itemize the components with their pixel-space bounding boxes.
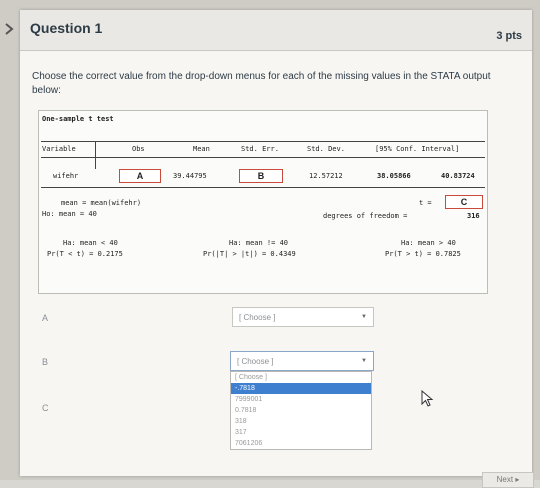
table-divider (95, 141, 96, 169)
stata-output: One-sample t test Variable Obs Mean Std.… (38, 110, 488, 294)
stata-title: One-sample t test (42, 115, 114, 123)
blank-b-box: B (239, 169, 283, 183)
answer-select-a[interactable]: [ Choose ] ▼ (232, 307, 374, 327)
question-title: Question 1 (30, 20, 103, 36)
ha-left: Ha: mean < 40 (63, 239, 118, 247)
header-std-dev: Std. Dev. (307, 145, 345, 153)
df-value: 316 (467, 212, 480, 220)
chevron-down-icon: ▼ (361, 358, 367, 364)
collapse-chevron-icon[interactable] (2, 22, 16, 36)
row-ci-high: 40.83724 (441, 172, 475, 180)
answer-label-b: B (42, 357, 49, 367)
ha-two-sided: Ha: mean != 40 (229, 239, 289, 247)
row-mean: 39.44795 (173, 172, 207, 180)
dropdown-option-highlighted[interactable]: -.7818 (231, 383, 371, 394)
answer-select-a-value: [ Choose ] (239, 313, 276, 322)
answer-select-b[interactable]: [ Choose ] ▼ (230, 351, 374, 371)
answer-label-a: A (42, 313, 49, 323)
mouse-pointer-icon (421, 390, 434, 407)
table-top-rule (41, 141, 485, 142)
answer-label-c: C (42, 403, 49, 413)
mean-definition: mean = mean(wifehr) (61, 199, 142, 207)
row-variable: wifehr (53, 172, 79, 180)
dropdown-option[interactable]: 7061206 (231, 438, 371, 449)
header-variable: Variable (42, 145, 76, 153)
header-std-err: Std. Err. (241, 145, 279, 153)
null-hypothesis: Ho: mean = 40 (42, 210, 97, 218)
header-mean: Mean (193, 145, 210, 153)
answer-select-b-value: [ Choose ] (237, 357, 274, 366)
dropdown-option[interactable]: 317 (231, 427, 371, 438)
p-two-sided: Pr(|T| > |t|) = 0.4349 (203, 250, 296, 258)
header-obs: Obs (132, 145, 145, 153)
question-header: Question 1 3 pts (5, 10, 532, 51)
next-button[interactable]: Next ▸ (482, 472, 534, 488)
ha-right: Ha: mean > 40 (401, 239, 456, 247)
row-ci-low: 38.05866 (377, 172, 411, 180)
chevron-down-icon: ▼ (361, 314, 367, 320)
question-points: 3 pts (496, 30, 522, 42)
table-header-rule (41, 157, 485, 158)
row-std-dev: 12.57212 (309, 172, 343, 180)
question-instructions: Choose the correct value from the drop-d… (32, 71, 491, 96)
dropdown-option[interactable]: 0.7818 (231, 405, 371, 416)
t-label: t = (419, 199, 432, 207)
dropdown-option[interactable]: 7999001 (231, 394, 371, 405)
blank-c-box: C (445, 195, 483, 209)
dropdown-option[interactable]: [ Choose ] (231, 372, 371, 383)
header-conf-interval: [95% Conf. Interval] (375, 145, 460, 153)
p-right: Pr(T > t) = 0.7825 (385, 250, 461, 258)
dropdown-option[interactable]: 318 (231, 416, 371, 427)
df-label: degrees of freedom = (323, 212, 408, 220)
p-left: Pr(T < t) = 0.2175 (47, 250, 123, 258)
table-bottom-rule (41, 187, 485, 188)
blank-a-box: A (119, 169, 161, 183)
answer-b-dropdown-list: [ Choose ] -.7818 7999001 0.7818 318 317… (230, 371, 372, 450)
